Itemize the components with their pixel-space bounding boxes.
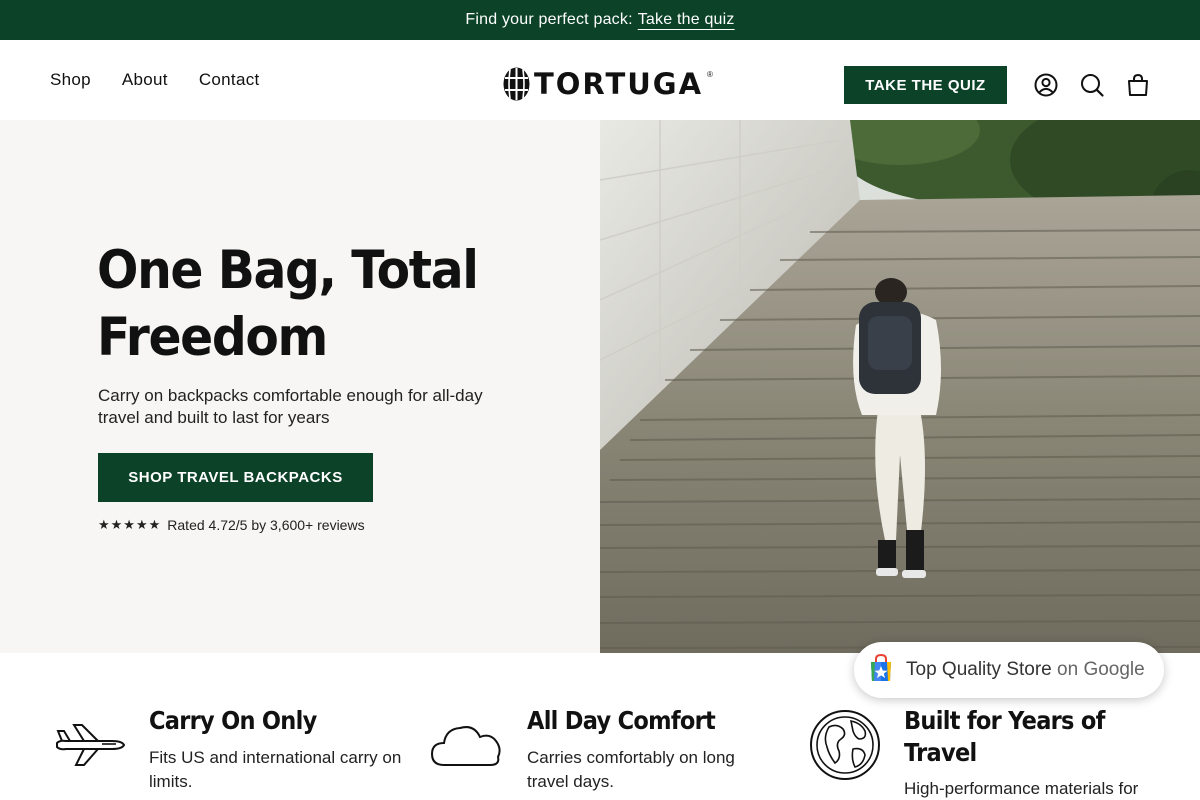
search-icon[interactable]	[1079, 72, 1105, 98]
nav-about[interactable]: About	[122, 70, 168, 90]
globe-icon	[809, 709, 881, 786]
account-icon[interactable]	[1033, 72, 1059, 98]
rating-text: Rated 4.72/5 by 3,600+ reviews	[167, 517, 365, 533]
feature-text: Fits US and international carry on limit…	[149, 748, 402, 791]
nav-contact[interactable]: Contact	[199, 70, 260, 90]
site-header: Shop About Contact TORTUGA ® TAKE THE QU…	[0, 40, 1200, 120]
hero-section: One Bag, Total Freedom Carry on backpack…	[0, 120, 600, 653]
badge-title: Top Quality Store	[906, 659, 1052, 680]
turtle-shell-icon	[503, 67, 530, 101]
badge-text: Top Quality Store on Google	[906, 659, 1145, 681]
take-the-quiz-button[interactable]: TAKE THE QUIZ	[844, 66, 1007, 104]
feature-title: Built for Years of Travel	[904, 706, 1105, 767]
rating-summary[interactable]: ★★★★★ Rated 4.72/5 by 3,600+ reviews	[98, 517, 365, 533]
logo-wordmark: TORTUGA	[534, 67, 704, 101]
announcement-text: Find your perfect pack:	[465, 11, 633, 28]
cloud-icon	[430, 721, 504, 774]
google-shopping-bag-icon	[866, 653, 896, 688]
feature-title: Carry On Only	[149, 706, 317, 735]
tortuga-logo[interactable]: TORTUGA ®	[503, 66, 713, 102]
logo-registered: ®	[707, 70, 713, 79]
feature-title: All Day Comfort	[527, 706, 716, 735]
top-quality-store-badge[interactable]: Top Quality Store on Google	[854, 642, 1164, 698]
take-quiz-link[interactable]: Take the quiz	[638, 11, 735, 29]
main-nav: Shop About Contact	[50, 40, 260, 120]
badge-suffix: on Google	[1057, 659, 1145, 680]
hero-subtitle: Carry on backpacks comfortable enough fo…	[98, 386, 483, 427]
cart-icon[interactable]	[1125, 72, 1151, 98]
star-rating-icon: ★★★★★	[98, 517, 162, 532]
feature-text: Carries comfortably on long travel days.	[527, 748, 735, 791]
shop-travel-backpacks-button[interactable]: SHOP TRAVEL BACKPACKS	[98, 453, 373, 502]
feature-text: High-performance materials for	[904, 779, 1139, 798]
nav-shop[interactable]: Shop	[50, 70, 91, 90]
hero-image	[600, 120, 1200, 653]
hero-title: One Bag, Total Freedom	[97, 240, 479, 368]
announcement-bar: Find your perfect pack: Take the quiz	[0, 0, 1200, 40]
airplane-icon	[54, 723, 126, 772]
